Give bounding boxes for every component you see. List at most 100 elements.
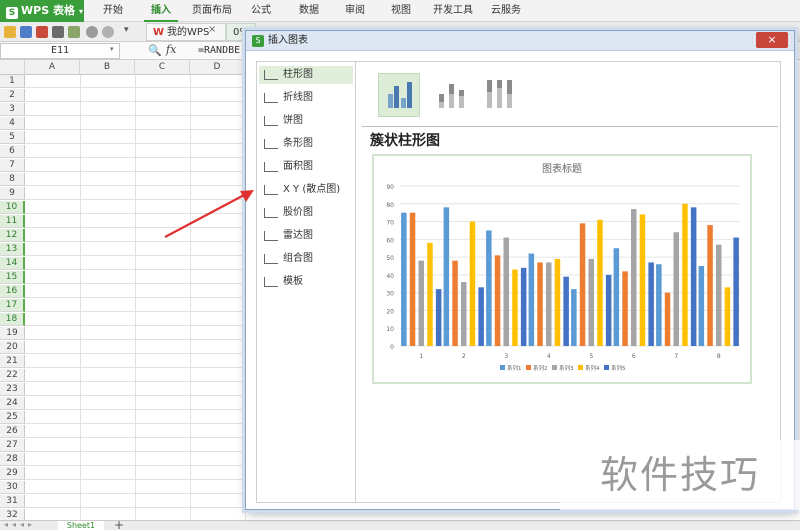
add-sheet-icon[interactable]: +: [114, 518, 124, 530]
tab-home[interactable]: 开始: [96, 0, 130, 22]
tab-data[interactable]: 数据: [292, 0, 326, 22]
chart-type-item[interactable]: 条形图: [259, 135, 353, 153]
tab-page-layout[interactable]: 页面布局: [188, 0, 236, 22]
row-header[interactable]: 30: [0, 481, 25, 494]
export-pdf-icon[interactable]: [36, 26, 48, 38]
row-header[interactable]: 13: [0, 243, 25, 256]
chart-type-item[interactable]: 饼图: [259, 112, 353, 130]
save-icon[interactable]: [20, 26, 32, 38]
table-row[interactable]: [25, 299, 260, 312]
table-row[interactable]: [25, 509, 260, 520]
table-row[interactable]: [25, 89, 260, 102]
open-folder-icon[interactable]: [4, 26, 16, 38]
chevron-down-icon[interactable]: ▾: [110, 45, 114, 53]
table-row[interactable]: [25, 145, 260, 158]
print-icon[interactable]: [52, 26, 64, 38]
row-header[interactable]: 23: [0, 383, 25, 396]
chart-type-item[interactable]: 模板: [259, 273, 353, 291]
table-row[interactable]: [25, 439, 260, 452]
row-header[interactable]: 29: [0, 467, 25, 480]
table-row[interactable]: [25, 355, 260, 368]
row-header[interactable]: 21: [0, 355, 25, 368]
table-row[interactable]: [25, 243, 260, 256]
sheet-navigation-arrows[interactable]: ◂◂◂▸: [4, 520, 36, 529]
row-header[interactable]: 8: [0, 173, 25, 186]
select-all-corner[interactable]: [0, 60, 25, 75]
chart-type-item[interactable]: 面积图: [259, 158, 353, 176]
table-row[interactable]: [25, 187, 260, 200]
row-header[interactable]: 3: [0, 103, 25, 116]
row-header[interactable]: 14: [0, 257, 25, 270]
chart-type-item[interactable]: 股价图: [259, 204, 353, 222]
table-row[interactable]: [25, 201, 260, 214]
table-row[interactable]: [25, 341, 260, 354]
close-button[interactable]: ×: [756, 32, 788, 48]
table-row[interactable]: [25, 383, 260, 396]
row-header[interactable]: 9: [0, 187, 25, 200]
table-row[interactable]: [25, 397, 260, 410]
row-header[interactable]: 32: [0, 509, 25, 520]
row-header[interactable]: 5: [0, 131, 25, 144]
table-row[interactable]: [25, 313, 260, 326]
table-row[interactable]: [25, 117, 260, 130]
row-header[interactable]: 10: [0, 201, 25, 214]
tab-cloud[interactable]: 云服务: [486, 0, 526, 22]
zoom-icon[interactable]: 🔍: [148, 44, 162, 57]
redo-icon[interactable]: [102, 26, 114, 38]
row-header[interactable]: 1: [0, 75, 25, 88]
table-row[interactable]: [25, 257, 260, 270]
table-row[interactable]: [25, 285, 260, 298]
tab-review[interactable]: 审阅: [338, 0, 372, 22]
table-row[interactable]: [25, 215, 260, 228]
table-row[interactable]: [25, 173, 260, 186]
row-header[interactable]: 15: [0, 271, 25, 284]
table-row[interactable]: [25, 453, 260, 466]
row-header[interactable]: 2: [0, 89, 25, 102]
table-row[interactable]: [25, 369, 260, 382]
row-header[interactable]: 19: [0, 327, 25, 340]
row-header[interactable]: 6: [0, 145, 25, 158]
insert-function-icon[interactable]: fx: [166, 43, 176, 56]
column-header-a[interactable]: A: [25, 60, 80, 75]
chart-type-item[interactable]: 组合图: [259, 250, 353, 268]
column-header-c[interactable]: C: [135, 60, 190, 75]
name-box[interactable]: E11: [0, 43, 120, 59]
chart-type-item[interactable]: 柱形图: [259, 66, 353, 84]
table-row[interactable]: [25, 425, 260, 438]
row-header[interactable]: 7: [0, 159, 25, 172]
app-menu-button[interactable]: S WPS 表格 ▾: [0, 0, 84, 22]
table-row[interactable]: [25, 327, 260, 340]
row-header[interactable]: 17: [0, 299, 25, 312]
tab-formulas[interactable]: 公式: [246, 0, 276, 22]
row-header[interactable]: 31: [0, 495, 25, 508]
row-header[interactable]: 11: [0, 215, 25, 228]
chart-type-item[interactable]: 折线图: [259, 89, 353, 107]
chart-type-item[interactable]: 雷达图: [259, 227, 353, 245]
row-header[interactable]: 25: [0, 411, 25, 424]
chart-type-item[interactable]: X Y (散点图): [259, 181, 353, 199]
customize-dropdown-icon[interactable]: ▾: [124, 25, 129, 35]
row-header[interactable]: 16: [0, 285, 25, 298]
table-row[interactable]: [25, 271, 260, 284]
row-header[interactable]: 22: [0, 369, 25, 382]
formula-input[interactable]: =RANDBE: [198, 43, 250, 59]
table-row[interactable]: [25, 75, 260, 88]
clustered-column-icon[interactable]: [378, 73, 420, 117]
row-header[interactable]: 20: [0, 341, 25, 354]
column-header-b[interactable]: B: [80, 60, 135, 75]
row-header[interactable]: 4: [0, 117, 25, 130]
table-row[interactable]: [25, 159, 260, 172]
table-row[interactable]: [25, 481, 260, 494]
table-row[interactable]: [25, 411, 260, 424]
close-icon[interactable]: ×: [208, 24, 216, 35]
table-row[interactable]: [25, 131, 260, 144]
percent-stacked-column-icon[interactable]: [476, 73, 518, 117]
dialog-titlebar[interactable]: S 插入图表 ×: [246, 31, 794, 51]
spreadsheet-grid[interactable]: A B C D 1 2 3 4 5 6 7 8 9 10 11 12 13 14 15 16 17 18 19 20 2…: [0, 60, 260, 520]
table-row[interactable]: [25, 103, 260, 116]
row-header[interactable]: 24: [0, 397, 25, 410]
row-header[interactable]: 12: [0, 229, 25, 242]
tab-developer[interactable]: 开发工具: [430, 0, 476, 22]
table-row[interactable]: [25, 229, 260, 242]
row-header[interactable]: 26: [0, 425, 25, 438]
